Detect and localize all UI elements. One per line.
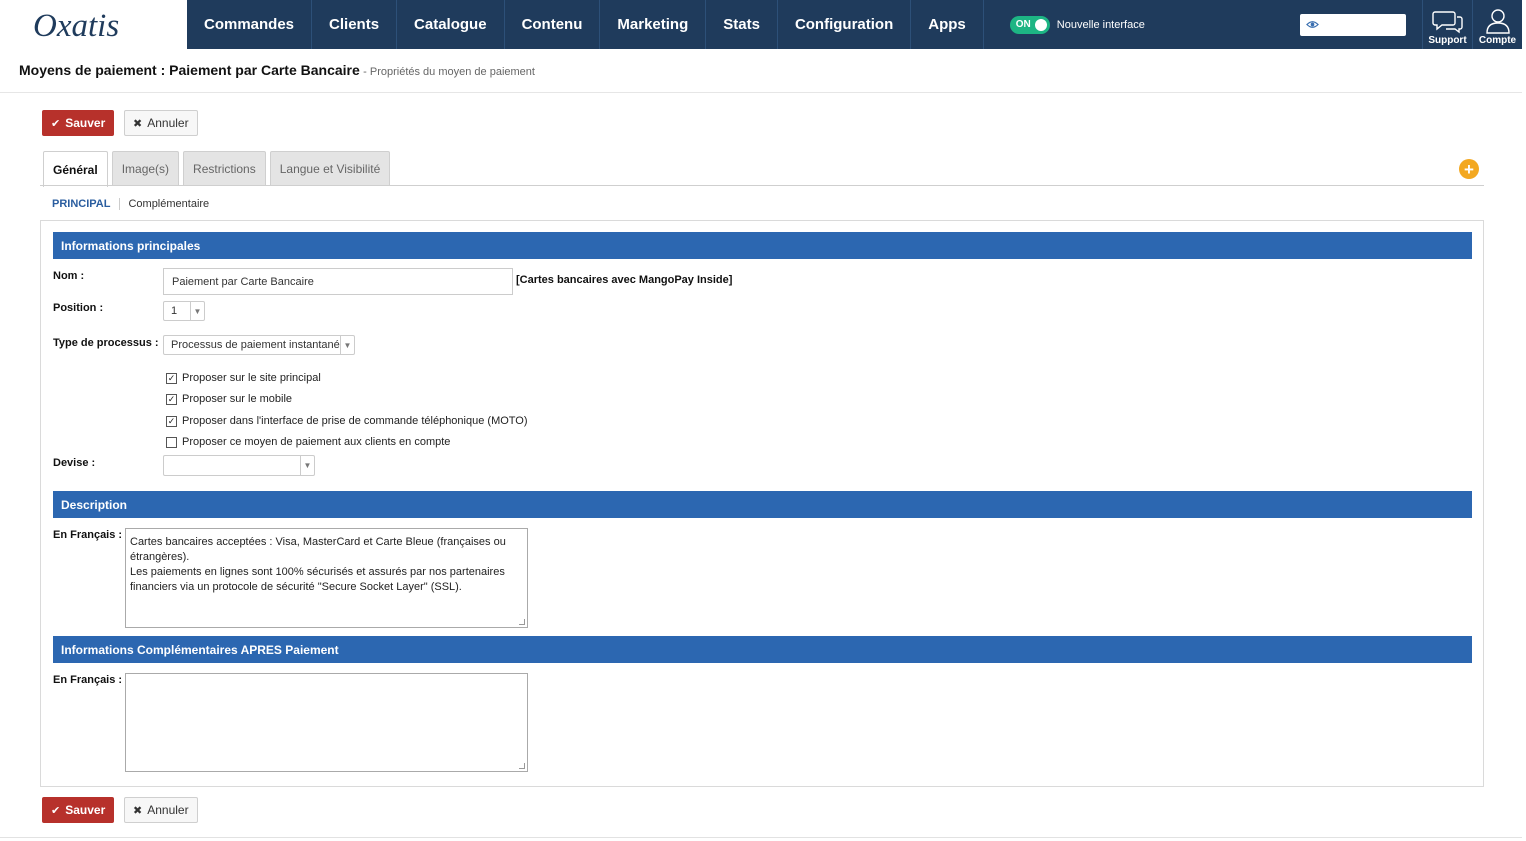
nav-item-stats[interactable]: Stats: [706, 0, 778, 49]
checkbox-row-moto[interactable]: ✓ Proposer dans l'interface de prise de …: [166, 414, 528, 428]
checkmark-icon: ✔: [51, 117, 61, 130]
nav-item-commandes[interactable]: Commandes: [187, 0, 313, 49]
cancel-label: Annuler: [147, 116, 189, 130]
tab-general[interactable]: Général: [43, 151, 108, 187]
save-label: Sauver: [65, 803, 106, 817]
page-header: Moyens de paiement : Paiement par Carte …: [19, 62, 535, 78]
name-note: [Cartes bancaires avec MangoPay Inside]: [516, 274, 733, 286]
toggle-state: ON: [1015, 19, 1031, 30]
position-value: 1: [171, 305, 178, 317]
checkbox-moto-label: Proposer dans l'interface de prise de co…: [182, 415, 528, 427]
tabs-underline: [40, 185, 1484, 186]
nav-item-apps[interactable]: Apps: [911, 0, 984, 49]
chevron-down-icon: ▼: [340, 336, 354, 354]
section-description: Description: [53, 491, 1472, 518]
chevron-down-icon: ▼: [190, 302, 204, 320]
process-type-select[interactable]: Processus de paiement instantané ▼: [163, 335, 355, 355]
position-select[interactable]: 1 ▼: [163, 301, 205, 321]
resize-handle[interactable]: [519, 763, 525, 769]
cancel-label: Annuler: [147, 803, 189, 817]
cancel-button-bottom[interactable]: ✖ Annuler: [124, 797, 198, 823]
preview-search-box[interactable]: [1300, 14, 1406, 36]
toggle-knob: [1034, 18, 1047, 31]
account-label: Compte: [1478, 35, 1517, 46]
nav-item-configuration[interactable]: Configuration: [778, 0, 912, 49]
nav-item-marketing[interactable]: Marketing: [600, 0, 707, 49]
nav-item-contenu[interactable]: Contenu: [505, 0, 601, 49]
toggle-label: Nouvelle interface: [1056, 18, 1145, 31]
cancel-button-top[interactable]: ✖ Annuler: [124, 110, 198, 136]
currency-select[interactable]: ▼: [163, 455, 315, 476]
save-button-bottom[interactable]: ✔ Sauver: [42, 797, 115, 823]
account-button[interactable]: Compte: [1472, 0, 1522, 49]
checkbox-mobile[interactable]: ✓: [166, 393, 177, 405]
new-interface-toggle[interactable]: ON: [1009, 15, 1050, 34]
section-after-payment: Informations Complémentaires APRES Paiem…: [53, 636, 1472, 663]
subtab-complementaire[interactable]: Complémentaire: [128, 198, 218, 210]
section-main-info: Informations principales: [53, 232, 1472, 259]
tab-language-visibility[interactable]: Langue et Visibilité: [269, 151, 391, 186]
after-payment-fr-label: En Français :: [53, 674, 123, 686]
after-payment-fr-textarea[interactable]: [125, 673, 528, 772]
chat-bubbles-icon: [1431, 11, 1463, 34]
checkbox-account-clients-label: Proposer ce moyen de paiement aux client…: [182, 436, 451, 448]
checkbox-row-main-site[interactable]: ✓ Proposer sur le site principal: [166, 371, 321, 385]
main-nav: Commandes Clients Catalogue Contenu Mark…: [187, 0, 984, 49]
eye-icon: [1306, 21, 1319, 28]
page-subtitle: - Propriétés du moyen de paiement: [363, 66, 535, 78]
support-button[interactable]: Support: [1422, 0, 1472, 49]
name-label: Nom :: [53, 270, 85, 282]
tab-restrictions[interactable]: Restrictions: [183, 151, 266, 186]
tab-images[interactable]: Image(s): [111, 151, 180, 186]
page-title: Moyens de paiement : Paiement par Carte …: [19, 62, 360, 78]
description-line: financiers via un protocole de sécurité …: [130, 581, 462, 593]
tab-bar: Général Image(s) Restrictions Langue et …: [43, 151, 394, 187]
plus-circle-icon[interactable]: +: [1459, 159, 1479, 179]
checkbox-account-clients[interactable]: [166, 436, 177, 448]
description-fr-textarea[interactable]: Cartes bancaires acceptées : Visa, Maste…: [125, 528, 528, 628]
checkbox-main-site[interactable]: ✓: [166, 372, 177, 384]
close-icon: ✖: [133, 117, 143, 130]
checkbox-moto[interactable]: ✓: [166, 415, 177, 427]
checkmark-icon: ✔: [51, 804, 61, 817]
chevron-down-icon: ▼: [300, 456, 314, 475]
save-button-top[interactable]: ✔ Sauver: [42, 110, 115, 136]
subtab-bar: PRINCIPAL Complémentaire: [52, 194, 218, 214]
description-fr-label: En Français :: [53, 529, 123, 541]
brand-logo[interactable]: Oxatis: [0, 0, 187, 49]
description-line: étrangères).: [130, 551, 190, 563]
user-icon: [1485, 9, 1510, 34]
description-line: Les paiements en lignes sont 100% sécuri…: [130, 566, 505, 578]
top-navigation-bar: Oxatis Commandes Clients Catalogue Conte…: [0, 0, 1522, 49]
subtab-principal[interactable]: PRINCIPAL: [52, 198, 121, 210]
currency-label: Devise :: [53, 457, 96, 469]
checkbox-main-site-label: Proposer sur le site principal: [182, 372, 321, 384]
description-line: Cartes bancaires acceptées : Visa, Maste…: [130, 536, 506, 548]
name-input[interactable]: Paiement par Carte Bancaire: [163, 268, 513, 295]
header-divider: [0, 92, 1522, 93]
checkbox-mobile-label: Proposer sur le mobile: [182, 393, 293, 405]
nav-item-clients[interactable]: Clients: [312, 0, 398, 49]
support-label: Support: [1428, 35, 1467, 46]
oxatis-logo-icon: Oxatis: [33, 8, 119, 42]
close-icon: ✖: [133, 804, 143, 817]
logo-text: Oxatis: [33, 8, 119, 42]
process-type-label: Type de processus :: [53, 337, 159, 349]
resize-handle[interactable]: [519, 619, 525, 625]
new-interface-toggle-group: ON Nouvelle interface: [1009, 0, 1145, 49]
process-type-value: Processus de paiement instantané: [171, 339, 340, 351]
checkbox-row-account-clients[interactable]: Proposer ce moyen de paiement aux client…: [166, 435, 450, 449]
nav-item-catalogue[interactable]: Catalogue: [397, 0, 505, 49]
footer-divider: [0, 837, 1522, 838]
save-label: Sauver: [65, 116, 106, 130]
checkbox-row-mobile[interactable]: ✓ Proposer sur le mobile: [166, 392, 292, 406]
position-label: Position :: [53, 302, 104, 314]
